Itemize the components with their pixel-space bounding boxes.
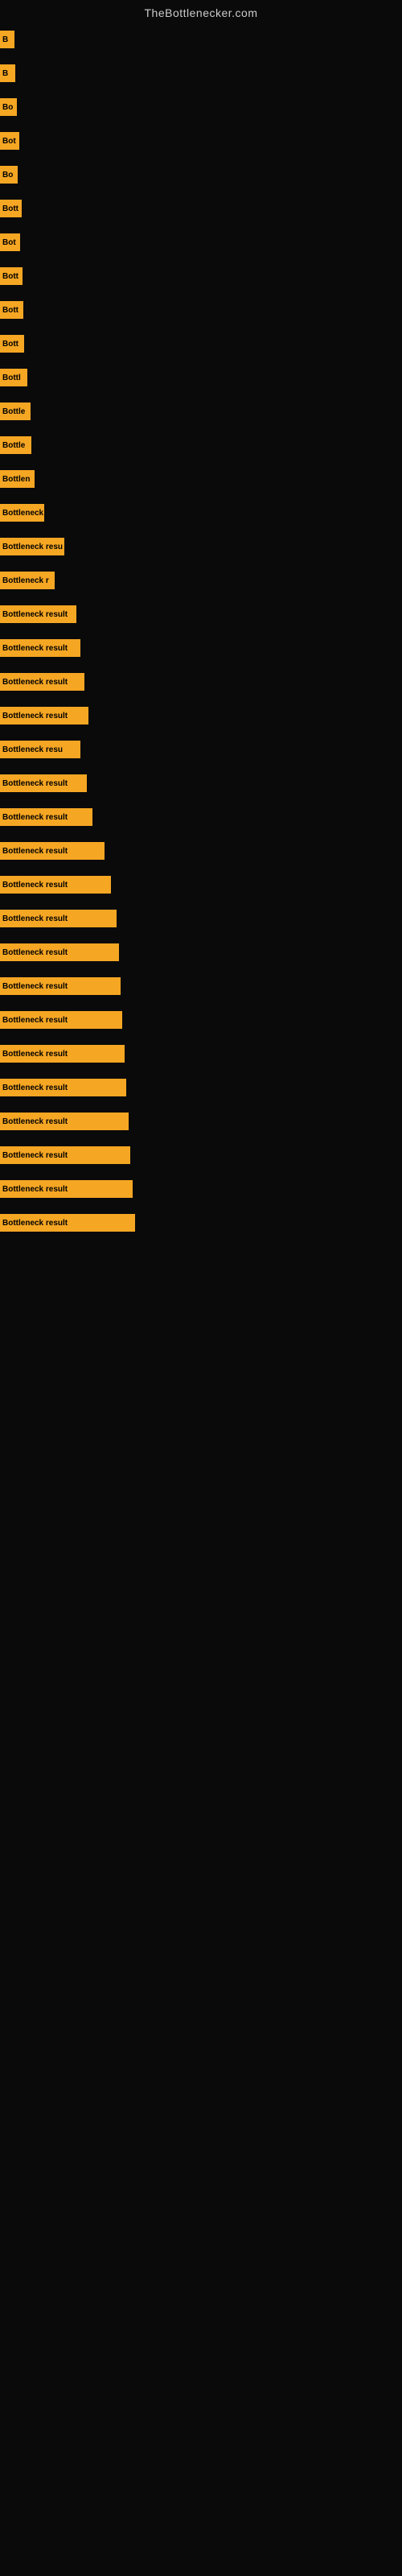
bar-row: Bot: [0, 124, 402, 158]
bar-label: Bott: [0, 200, 22, 217]
bar-row: Bot: [0, 225, 402, 259]
bar-label: Bottleneck result: [0, 639, 80, 657]
bar-row: Bott: [0, 293, 402, 327]
bar-label: Bot: [0, 132, 19, 150]
bar-row: Bott: [0, 327, 402, 361]
bar-label: Bottleneck result: [0, 1045, 125, 1063]
bar-label: Bo: [0, 98, 17, 116]
bar-row: Bottleneck result: [0, 902, 402, 935]
bar-label: Bottleneck result: [0, 977, 121, 995]
bar-label: Bottleneck result: [0, 1079, 126, 1096]
bar-row: Bott: [0, 259, 402, 293]
bar-row: Bottleneck resu: [0, 530, 402, 564]
bar-row: Bo: [0, 158, 402, 192]
bar-row: Bottleneck result: [0, 1172, 402, 1206]
bar-label: B: [0, 64, 15, 82]
bar-row: Bottleneck result: [0, 631, 402, 665]
bar-row: Bottleneck result: [0, 935, 402, 969]
bar-row: Bottleneck result: [0, 1206, 402, 1240]
bar-label: Bottleneck result: [0, 1180, 133, 1198]
bar-label: Bottlen: [0, 470, 35, 488]
bar-label: Bottleneck r: [0, 572, 55, 589]
bar-row: Bottleneck result: [0, 834, 402, 868]
bar-row: Bottleneck result: [0, 1071, 402, 1104]
bar-label: Bott: [0, 267, 23, 285]
bar-label: Bottleneck resu: [0, 741, 80, 758]
bar-row: Bottle: [0, 394, 402, 428]
bar-row: Bottleneck resu: [0, 733, 402, 766]
bar-label: Bottleneck result: [0, 943, 119, 961]
bar-label: Bottleneck result: [0, 910, 117, 927]
bar-row: Bottleneck result: [0, 868, 402, 902]
bar-label: B: [0, 31, 14, 48]
bar-row: Bottle: [0, 428, 402, 462]
bar-label: Bottleneck result: [0, 842, 105, 860]
bar-label: Bott: [0, 335, 24, 353]
bar-label: Bottleneck result: [0, 1011, 122, 1029]
bar-row: Bottlen: [0, 462, 402, 496]
bar-row: Bottleneck result: [0, 1003, 402, 1037]
bar-row: Bottleneck result: [0, 1104, 402, 1138]
bar-row: Bottleneck result: [0, 1037, 402, 1071]
bar-row: Bottleneck result: [0, 665, 402, 699]
bar-label: Bottleneck result: [0, 774, 87, 792]
bar-label: Bottleneck: [0, 504, 44, 522]
bar-row: Bo: [0, 90, 402, 124]
bar-label: Bott: [0, 301, 23, 319]
bar-label: Bo: [0, 166, 18, 184]
bar-label: Bottle: [0, 402, 31, 420]
bar-label: Bottleneck result: [0, 1214, 135, 1232]
bar-row: Bottleneck: [0, 496, 402, 530]
bar-row: Bott: [0, 192, 402, 225]
bar-label: Bottle: [0, 436, 31, 454]
bar-label: Bot: [0, 233, 20, 251]
bar-label: Bottl: [0, 369, 27, 386]
site-title: TheBottlenecker.com: [0, 0, 402, 23]
bar-row: B: [0, 56, 402, 90]
bar-label: Bottleneck result: [0, 605, 76, 623]
bar-row: Bottleneck r: [0, 564, 402, 597]
bar-label: Bottleneck result: [0, 1113, 129, 1130]
bar-label: Bottleneck result: [0, 1146, 130, 1164]
bar-row: Bottleneck result: [0, 597, 402, 631]
bar-row: Bottleneck result: [0, 699, 402, 733]
bar-row: B: [0, 23, 402, 56]
bar-label: Bottleneck result: [0, 707, 88, 724]
bar-label: Bottleneck resu: [0, 538, 64, 555]
bar-row: Bottleneck result: [0, 1138, 402, 1172]
bar-row: Bottleneck result: [0, 800, 402, 834]
bars-container: BB Bo Bot Bo Bott Bot Bott Bott Bott Bottl Bottle B…: [0, 23, 402, 1240]
bar-row: Bottl: [0, 361, 402, 394]
bar-row: Bottleneck result: [0, 766, 402, 800]
bar-label: Bottleneck result: [0, 876, 111, 894]
bar-row: Bottleneck result: [0, 969, 402, 1003]
bar-label: Bottleneck result: [0, 673, 84, 691]
bar-label: Bottleneck result: [0, 808, 92, 826]
